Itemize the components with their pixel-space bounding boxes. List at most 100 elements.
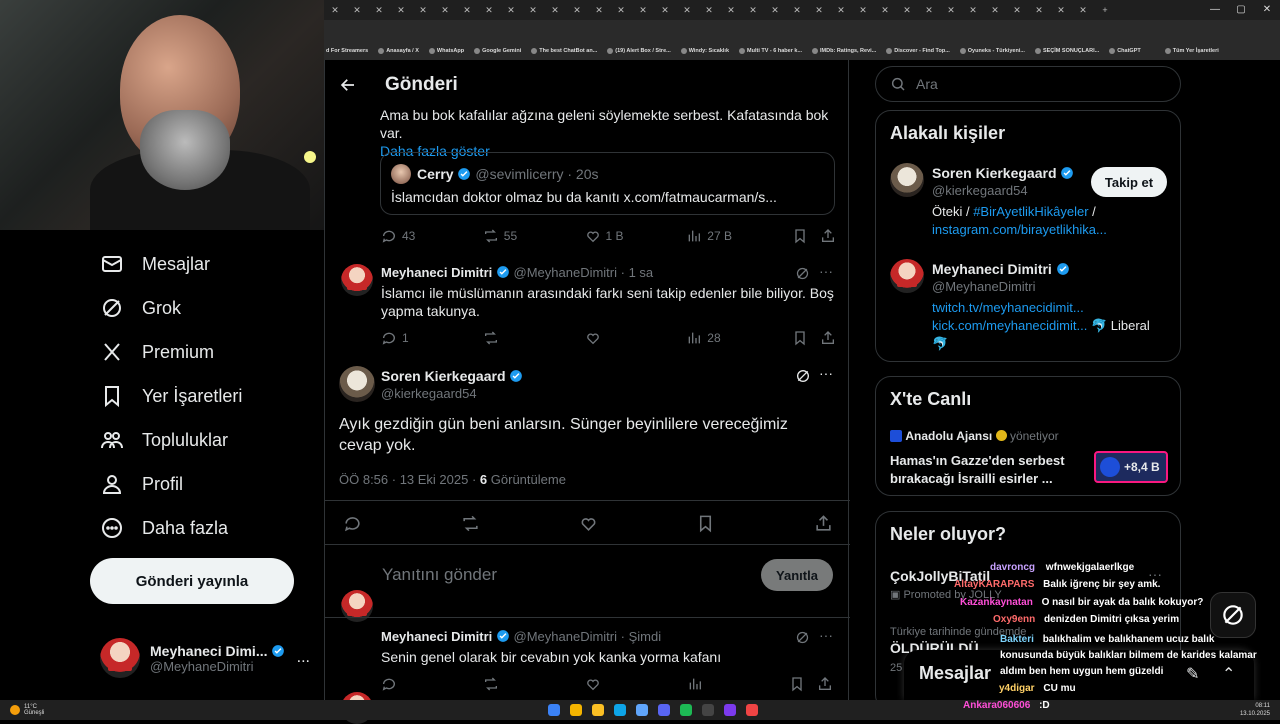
- chrome-icon[interactable]: [570, 704, 582, 716]
- follow-button[interactable]: Takip et: [1091, 167, 1167, 197]
- close-icon[interactable]: ✕: [705, 5, 713, 16]
- browser-tab[interactable]: ✕: [720, 2, 742, 18]
- close-icon[interactable]: ✕: [991, 5, 999, 16]
- more-icon[interactable]: ...: [297, 649, 310, 667]
- grok-icon[interactable]: [795, 630, 810, 645]
- search-input[interactable]: Ara: [875, 66, 1181, 102]
- close-icon[interactable]: ✕: [1057, 5, 1065, 16]
- browser-tab[interactable]: ✕: [346, 2, 368, 18]
- close-icon[interactable]: ✕: [331, 5, 339, 16]
- close-icon[interactable]: ✕: [441, 5, 449, 16]
- live-card[interactable]: X'te Canlı Anadolu Ajansı yönetiyor Hama…: [875, 376, 1181, 496]
- person-entry[interactable]: Meyhaneci Dimitri @MeyhaneDimitri: [932, 261, 1070, 294]
- close-icon[interactable]: ✕: [485, 5, 493, 16]
- browser-tab[interactable]: ✕: [830, 2, 852, 18]
- author-name[interactable]: Soren Kierkegaard: [381, 368, 506, 384]
- quoted-tweet[interactable]: Cerry @sevimlicerry · 20s İslamcıdan dok…: [380, 152, 835, 215]
- browser-tab[interactable]: ✕: [940, 2, 962, 18]
- browser-tab[interactable]: ✕: [1006, 2, 1028, 18]
- hashtag-link[interactable]: #BirAyetlikHikâyeler: [973, 204, 1088, 219]
- browser-tab[interactable]: ✕: [566, 2, 588, 18]
- close-icon[interactable]: ✕: [947, 5, 955, 16]
- bookmark[interactable]: Multi TV - 6 haber k...: [739, 48, 802, 54]
- close-icon[interactable]: ✕: [639, 5, 647, 16]
- account-switcher[interactable]: Meyhaneci Dimi... @MeyhaneDimitri ...: [100, 636, 320, 680]
- close-icon[interactable]: ✕: [529, 5, 537, 16]
- maximize-icon[interactable]: ▢: [1228, 0, 1254, 20]
- browser-tab[interactable]: ✕: [742, 2, 764, 18]
- nav-bookmarks[interactable]: Yer İşaretleri: [100, 384, 242, 408]
- reply-author[interactable]: Meyhaneci Dimitri: [381, 629, 492, 644]
- repost-icon[interactable]: [461, 514, 480, 533]
- browser-tab[interactable]: ✕: [698, 2, 720, 18]
- bookmark[interactable]: Oyuneks - Türkiyeni...: [959, 48, 1025, 54]
- share-button[interactable]: [820, 330, 836, 346]
- repost-icon[interactable]: [483, 676, 499, 692]
- app-icon[interactable]: [614, 704, 626, 716]
- heart-icon[interactable]: [585, 676, 601, 692]
- close-icon[interactable]: ✕: [969, 5, 977, 16]
- close-icon[interactable]: ✕: [617, 5, 625, 16]
- close-icon[interactable]: ✕: [551, 5, 559, 16]
- close-icon[interactable]: ✕: [771, 5, 779, 16]
- heart-icon[interactable]: [579, 514, 598, 533]
- close-icon[interactable]: ✕: [507, 5, 515, 16]
- person-entry[interactable]: Soren Kierkegaard @kierkegaard54: [932, 165, 1074, 198]
- share-icon[interactable]: [814, 514, 833, 533]
- browser-tab[interactable]: ✕: [1072, 2, 1094, 18]
- like-button[interactable]: 1 B: [585, 228, 687, 244]
- reply-button[interactable]: 1: [381, 330, 483, 346]
- nav-grok[interactable]: Grok: [100, 296, 181, 320]
- bookmark-button[interactable]: [792, 330, 820, 346]
- reply-icon[interactable]: [343, 514, 362, 533]
- steam-icon[interactable]: [636, 704, 648, 716]
- browser-tab[interactable]: ✕: [654, 2, 676, 18]
- close-icon[interactable]: ✕: [661, 5, 669, 16]
- discord-icon[interactable]: [658, 704, 670, 716]
- back-arrow-icon[interactable]: [339, 76, 357, 94]
- bookmark[interactable]: Discover - Find Top...: [886, 48, 950, 54]
- nav-profile[interactable]: Profil: [100, 472, 183, 496]
- avatar[interactable]: [339, 366, 375, 402]
- browser-tab[interactable]: ✕: [412, 2, 434, 18]
- repost-button[interactable]: [483, 330, 585, 346]
- close-icon[interactable]: ✕: [595, 5, 603, 16]
- close-icon[interactable]: ✕: [815, 5, 823, 16]
- bookmark-icon[interactable]: [696, 514, 715, 533]
- bookmark[interactable]: WhatsApp: [428, 48, 464, 54]
- nav-messages[interactable]: Mesajlar: [100, 252, 210, 276]
- share-button[interactable]: [820, 228, 836, 244]
- app-icon[interactable]: [702, 704, 714, 716]
- bio-link[interactable]: twitch.tv/meyhanecidimit...: [932, 300, 1084, 315]
- close-icon[interactable]: ✕: [903, 5, 911, 16]
- browser-tab[interactable]: ✕: [610, 2, 632, 18]
- bio-link[interactable]: instagram.com/birayetlikhika...: [932, 222, 1107, 237]
- browser-tab[interactable]: ✕: [962, 2, 984, 18]
- clock[interactable]: 08:11 13.10.2025: [1240, 702, 1270, 718]
- close-icon[interactable]: ✕: [727, 5, 735, 16]
- bookmark-button[interactable]: [792, 228, 820, 244]
- browser-tab[interactable]: ✕: [588, 2, 610, 18]
- post-button[interactable]: Gönderi yayınla: [90, 558, 294, 604]
- nav-premium[interactable]: Premium: [100, 340, 214, 364]
- new-tab-button[interactable]: +: [1094, 2, 1116, 18]
- close-icon[interactable]: ✕: [837, 5, 845, 16]
- close-icon[interactable]: ✕: [881, 5, 889, 16]
- bio-link[interactable]: kick.com/meyhanecidimit...: [932, 318, 1087, 333]
- close-icon[interactable]: ✕: [859, 5, 867, 16]
- spotify-icon[interactable]: [680, 704, 692, 716]
- browser-tab[interactable]: ✕: [764, 2, 786, 18]
- browser-tab[interactable]: ✕: [368, 2, 390, 18]
- nav-communities[interactable]: Topluluklar: [100, 428, 228, 452]
- browser-tab[interactable]: ✕: [456, 2, 478, 18]
- browser-tab[interactable]: ✕: [522, 2, 544, 18]
- close-icon[interactable]: ✕: [419, 5, 427, 16]
- bookmark-icon[interactable]: [789, 676, 805, 692]
- weather-widget[interactable]: 11°C Güneşli: [10, 704, 44, 716]
- close-icon[interactable]: ✕: [749, 5, 757, 16]
- browser-tab[interactable]: ✕: [544, 2, 566, 18]
- reply-author[interactable]: Meyhaneci Dimitri: [381, 265, 492, 280]
- close-icon[interactable]: ✕: [925, 5, 933, 16]
- repost-button[interactable]: 55: [483, 228, 585, 244]
- live-listener-count[interactable]: +8,4 B: [1094, 451, 1168, 483]
